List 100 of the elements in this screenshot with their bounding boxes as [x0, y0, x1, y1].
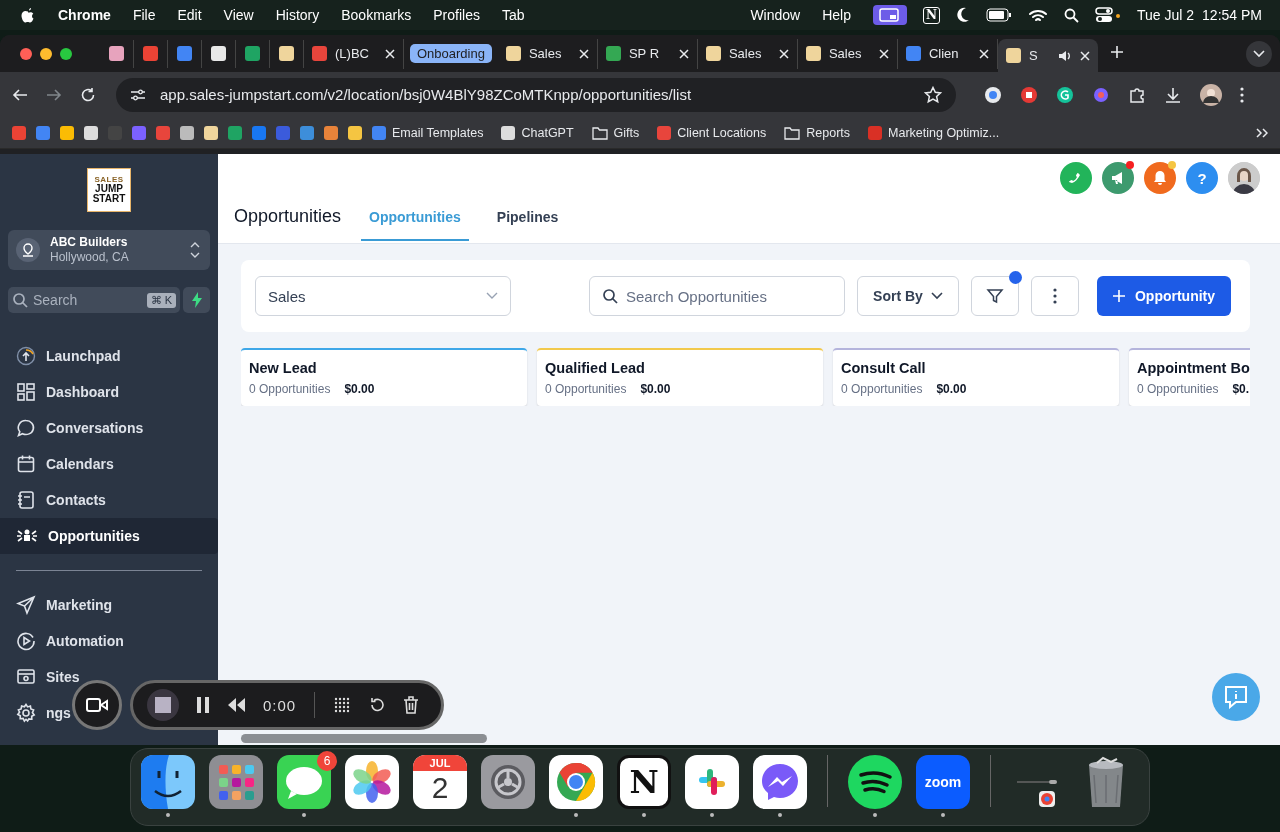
close-icon: [1079, 50, 1090, 61]
notifications-button[interactable]: [1144, 162, 1176, 194]
quick-action-button[interactable]: [183, 287, 210, 313]
bookmark-link[interactable]: Email Templates: [392, 125, 484, 140]
scrollbar[interactable]: [241, 734, 487, 743]
browser-tab[interactable]: S: [997, 39, 1098, 72]
close-icon: [385, 48, 395, 59]
battery-icon: [986, 8, 1012, 22]
bookmark-link[interactable]: Marketing Optimiz...: [888, 125, 1000, 140]
bookmark-link[interactable]: Client Locations: [677, 125, 767, 140]
restart-icon: [369, 697, 386, 713]
stage-title: Consult Call: [841, 360, 926, 376]
chat-widget-button[interactable]: [1212, 673, 1260, 721]
menu-item[interactable]: File: [132, 7, 156, 23]
menu-item[interactable]: History: [275, 7, 320, 23]
nav-item[interactable]: Contacts: [0, 490, 110, 510]
notification-badge: 6: [317, 751, 337, 771]
chat-icon: [1223, 685, 1249, 709]
menu-item[interactable]: Edit: [177, 7, 202, 23]
nav-item[interactable]: Dashboard: [0, 382, 124, 402]
tab-title: S: [1028, 48, 1039, 63]
play-circle-icon: [16, 631, 36, 651]
trash-icon: [403, 696, 420, 714]
address-bar[interactable]: app.sales-jumpstart.com/v2/location/bsj0W4BlY98ZCoMTKnpp/opportunities/list: [116, 77, 956, 112]
search-field[interactable]: Search ⌘ K: [8, 287, 180, 313]
tab-title: Sales: [528, 46, 563, 61]
stage-amount: $0.00: [936, 382, 967, 396]
avatar[interactable]: [1228, 162, 1260, 194]
search-icon: [12, 292, 28, 308]
menu-item[interactable]: Window: [750, 7, 801, 23]
sort-button[interactable]: Sort By: [857, 276, 959, 316]
menu-item[interactable]: Profiles: [433, 7, 480, 23]
tab-search-button[interactable]: [1246, 40, 1272, 67]
filter-icon: [986, 287, 1004, 305]
browser-tab[interactable]: Sales: [497, 38, 598, 69]
bookmark-link[interactable]: ChatGPT: [521, 125, 574, 140]
stage-title: Qualified Lead: [545, 360, 645, 376]
filter-button[interactable]: [971, 276, 1019, 316]
browser-tab[interactable]: Sales: [797, 38, 898, 69]
plus-icon: [1112, 290, 1125, 302]
nav-item[interactable]: Opportunities: [0, 518, 218, 554]
bookmark-link[interactable]: Gifts: [613, 125, 640, 140]
pipeline-dropdown[interactable]: Sales: [255, 276, 511, 316]
video-camera-icon: [86, 698, 108, 712]
phone-button[interactable]: [1060, 162, 1092, 194]
tab-title: SP R: [628, 46, 661, 61]
nav-item[interactable]: Conversations: [0, 418, 148, 438]
nav-item[interactable]: Automation: [0, 631, 128, 651]
address-book-icon: [16, 490, 36, 510]
browser-tab[interactable]: Clien: [897, 38, 998, 69]
pinwheel-icon[interactable]: [685, 755, 739, 809]
profile-avatar: [1200, 83, 1222, 106]
menu-item[interactable]: Bookmarks: [341, 7, 412, 23]
chevron-updown-icon: [190, 241, 200, 259]
flower-icon[interactable]: [345, 755, 399, 809]
nav-item[interactable]: ngs: [0, 703, 75, 723]
tab-title: Sales: [828, 46, 863, 61]
tune-icon[interactable]: [130, 87, 146, 102]
letter-tile-icon[interactable]: N: [617, 755, 671, 809]
forward-icon: [46, 86, 62, 103]
search-field[interactable]: Search Opportunities: [589, 276, 845, 316]
video-app-icon[interactable]: zoom: [916, 755, 970, 809]
speech-bubble-icon[interactable]: [277, 755, 331, 809]
stop-button[interactable]: [147, 689, 179, 721]
add-opportunity-button[interactable]: Opportunity: [1097, 276, 1231, 316]
nav-item[interactable]: Marketing: [0, 595, 117, 615]
speaker-icon: [1057, 48, 1072, 63]
browser-tab[interactable]: (L)BC: [304, 38, 404, 69]
app-menu[interactable]: Chrome: [58, 7, 111, 23]
recording-timer: 0:00: [263, 696, 297, 714]
app-grid-icon[interactable]: [209, 755, 263, 809]
menu-item[interactable]: Help: [822, 7, 851, 23]
sound-waves-icon[interactable]: [848, 755, 902, 809]
puzzle-icon: [1128, 85, 1146, 104]
browser-logo-icon[interactable]: [549, 755, 603, 809]
chat-bolt-icon[interactable]: [753, 755, 807, 809]
screen-share-icon[interactable]: [873, 5, 907, 25]
page-tab[interactable]: Pipelines: [488, 209, 567, 241]
calendar-icon[interactable]: JUL 2: [413, 755, 467, 809]
location-switcher[interactable]: ABC Builders Hollywood, CA: [8, 230, 210, 270]
nav-item[interactable]: Calendars: [0, 454, 118, 474]
browser-tab[interactable]: SP R: [597, 38, 698, 69]
smiling-face-icon[interactable]: [141, 755, 195, 809]
tab-group-label[interactable]: Onboarding: [410, 44, 492, 63]
menu-item[interactable]: View: [223, 7, 254, 23]
nav-item[interactable]: Sites: [0, 667, 84, 687]
menu-item[interactable]: Tab: [501, 7, 525, 23]
extension-icon: [984, 85, 1002, 104]
calendar-day: 2: [431, 771, 449, 805]
browser-tab[interactable]: Sales: [697, 38, 798, 69]
gear-icon[interactable]: [481, 755, 535, 809]
chevron-down-icon: [1253, 49, 1265, 58]
megaphone-button[interactable]: [1102, 162, 1134, 194]
calendar-icon: [16, 454, 36, 474]
nav-item[interactable]: Launchpad: [0, 346, 125, 366]
stage-count: 0 Opportunities: [545, 382, 627, 396]
bookmark-link[interactable]: Reports: [806, 125, 851, 140]
app-status-icon[interactable]: N: [923, 6, 940, 24]
stage-title: New Lead: [249, 360, 317, 376]
moon-icon: [956, 7, 970, 23]
